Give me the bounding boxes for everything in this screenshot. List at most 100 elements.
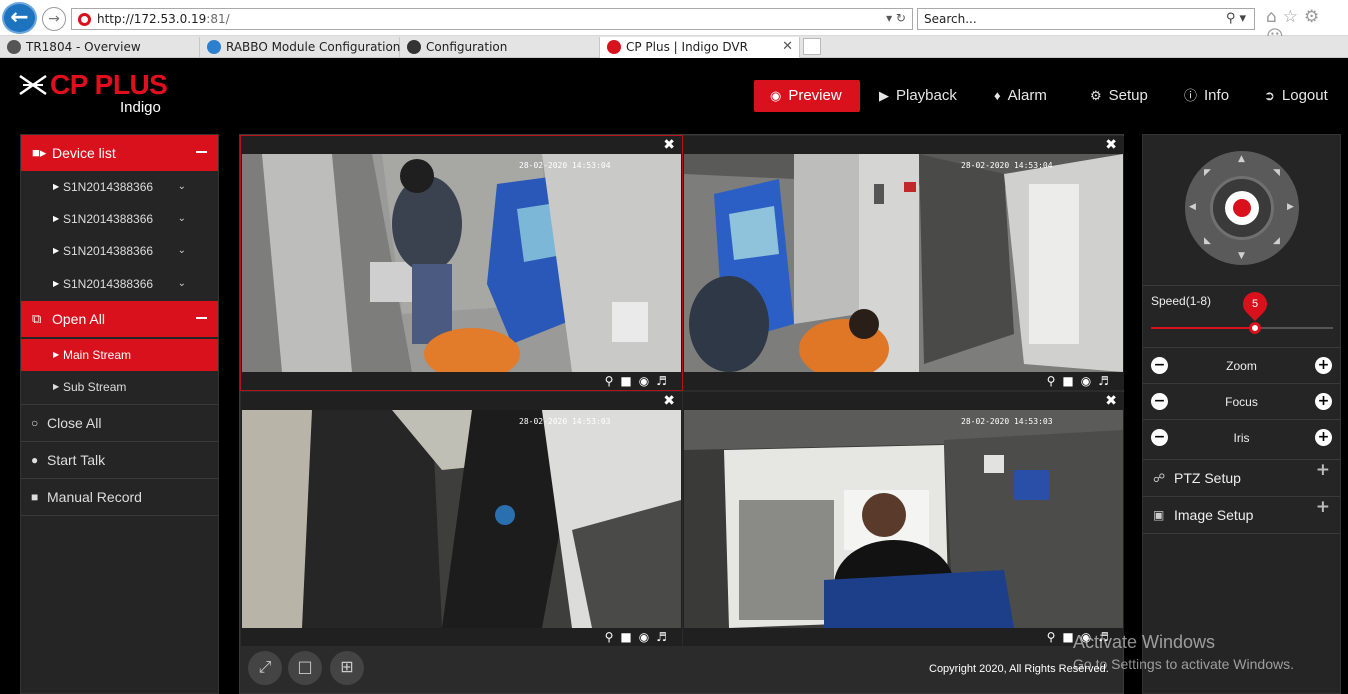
image-setup-item[interactable]: ▣ Image Setup + <box>1143 496 1340 533</box>
zoom-in-icon[interactable]: ⚲ <box>605 374 621 388</box>
divider <box>1143 533 1340 534</box>
zoom-in-icon[interactable]: ⚲ <box>1047 630 1063 644</box>
main-stream-item[interactable]: ▶ Main Stream <box>21 339 218 371</box>
browser-tab[interactable]: Configuration <box>400 37 600 58</box>
back-button[interactable]: ← <box>2 2 37 34</box>
item-label: Manual Record <box>47 489 142 505</box>
nav-logout[interactable]: ➲ Logout <box>1264 80 1328 112</box>
url-field[interactable]: http://172.53.0.19:81/ ▾ ↻ <box>71 8 913 30</box>
ptz-upleft-icon[interactable]: ◤ <box>1204 168 1211 178</box>
ptz-up-icon[interactable]: ▲ <box>1238 154 1245 164</box>
browser-tab[interactable]: TR1804 - Overview <box>0 37 200 58</box>
chevron-down-icon[interactable]: ⌄ <box>178 203 186 235</box>
device-item[interactable]: ▶ S1N2014388366 ⌄ <box>21 203 218 235</box>
collapse-icon[interactable] <box>196 151 207 153</box>
video-cell-4[interactable]: ✖ 28-02-2020 14:53:03 ⚲■◉♬ <box>683 392 1124 646</box>
manual-record-button[interactable]: ■ Manual Record <box>21 478 218 515</box>
browser-search-field[interactable]: ⚲ ▾ <box>917 8 1255 30</box>
home-icon[interactable]: ⌂ <box>1266 7 1283 27</box>
nav-info[interactable]: ⓘ Info <box>1184 80 1229 112</box>
ptz-direction-pad[interactable]: ▲ ▼ ◀ ▶ ◤ ◥ ◣ ◢ <box>1185 151 1299 265</box>
settings-gear-icon[interactable]: ⚙ <box>1304 7 1325 27</box>
eye-icon: ◉ <box>770 88 782 103</box>
video-cell-3[interactable]: ✖ 28-02-2020 14:53:03 ⚲■◉♬ <box>241 392 682 646</box>
sub-stream-item[interactable]: ▶ Sub Stream <box>21 371 218 403</box>
device-item[interactable]: ▶ S1N2014388366 ⌄ <box>21 235 218 267</box>
zoom-in-icon[interactable]: ⚲ <box>605 630 621 644</box>
camera-feed-1[interactable] <box>242 154 681 372</box>
fullscreen-button[interactable]: ⤢ <box>248 651 282 685</box>
caret-right-icon: ▶ <box>53 182 60 191</box>
snapshot-camera-icon[interactable]: ◉ <box>639 630 656 644</box>
snapshot-camera-icon[interactable]: ◉ <box>1081 374 1098 388</box>
iris-control: − Iris + <box>1143 419 1340 455</box>
nav-playback[interactable]: ▶ Playback <box>879 80 957 112</box>
iris-open-button[interactable]: + <box>1315 429 1332 446</box>
record-video-icon[interactable]: ■ <box>620 374 638 388</box>
audio-speaker-icon[interactable]: ♬ <box>1098 374 1116 388</box>
chevron-down-icon[interactable]: ⌄ <box>178 268 186 300</box>
speed-slider-thumb[interactable] <box>1248 322 1261 334</box>
info-icon: ⓘ <box>1184 88 1198 103</box>
close-icon[interactable]: ✖ <box>1105 137 1117 153</box>
audio-speaker-icon[interactable]: ♬ <box>656 374 674 388</box>
nav-label: Setup <box>1108 87 1148 104</box>
open-all-header[interactable]: ⧉ Open All <box>21 301 218 337</box>
snapshot-camera-icon[interactable]: ◉ <box>639 374 656 388</box>
nav-preview[interactable]: ◉ Preview <box>754 80 860 112</box>
quad-view-button[interactable]: ⊞ <box>330 651 364 685</box>
camera-feed-2[interactable] <box>684 154 1123 372</box>
camera-feed-4[interactable] <box>684 410 1123 628</box>
collapse-icon[interactable] <box>196 317 207 319</box>
nav-alarm[interactable]: ♦ Alarm <box>994 80 1047 112</box>
chevron-down-icon[interactable]: ⌄ <box>178 171 186 203</box>
browser-tab[interactable]: RABBO Module Configuration <box>200 37 400 58</box>
speed-slider[interactable]: 5 <box>1151 287 1333 334</box>
camera-feed-3[interactable] <box>242 410 681 628</box>
audio-speaker-icon[interactable]: ♬ <box>656 630 674 644</box>
close-icon[interactable]: ✖ <box>663 137 675 153</box>
cpplus-logo-icon <box>19 74 47 96</box>
refresh-icon[interactable]: ▾ ↻ <box>886 11 906 25</box>
ptz-left-icon[interactable]: ◀ <box>1189 202 1196 212</box>
start-talk-button[interactable]: ● Start Talk <box>21 441 218 478</box>
video-cell-2[interactable]: ✖ 28-02-2020 14:53:04 ⚲■◉♬ <box>683 136 1124 390</box>
close-icon[interactable]: ✖ <box>663 393 675 409</box>
video-cell-1[interactable]: ✖ 28-02-2020 14:53:04 ⚲■◉♬ <box>240 135 683 391</box>
video-camera-icon: ■▸ <box>32 145 47 160</box>
ptz-upright-icon[interactable]: ◥ <box>1273 168 1280 178</box>
expand-plus-icon[interactable]: + <box>1316 497 1330 517</box>
ptz-downleft-icon[interactable]: ◣ <box>1204 236 1211 246</box>
search-icon[interactable]: ⚲ ▾ <box>1226 11 1246 26</box>
url-text[interactable]: http://172.53.0.19:81/ <box>97 12 230 26</box>
close-all-button[interactable]: ○ Close All <box>21 404 218 441</box>
single-view-button[interactable]: □ <box>288 651 322 685</box>
record-video-icon[interactable]: ■ <box>1062 374 1080 388</box>
zoom-in-icon[interactable]: ⚲ <box>1047 374 1063 388</box>
ptz-downright-icon[interactable]: ◢ <box>1273 236 1280 246</box>
new-tab-button[interactable] <box>803 38 821 55</box>
browser-tab-active[interactable]: CP Plus | Indigo DVR ✕ <box>600 37 800 59</box>
focus-in-button[interactable]: + <box>1315 393 1332 410</box>
ptz-home-button[interactable] <box>1225 191 1259 225</box>
device-list-header[interactable]: ■▸ Device list <box>21 135 218 171</box>
forward-button[interactable]: → <box>42 7 66 31</box>
close-icon[interactable]: ✖ <box>1105 393 1117 409</box>
record-video-icon[interactable]: ■ <box>620 630 638 644</box>
chevron-down-icon[interactable]: ⌄ <box>178 235 186 267</box>
device-item[interactable]: ▶ S1N2014388366 ⌄ <box>21 171 218 203</box>
browser-search-input[interactable] <box>924 12 1204 26</box>
tab-close-icon[interactable]: ✕ <box>782 37 793 57</box>
device-item[interactable]: ▶ S1N2014388366 ⌄ <box>21 268 218 300</box>
ptz-down-icon[interactable]: ▼ <box>1238 251 1245 261</box>
ptz-right-icon[interactable]: ▶ <box>1287 202 1294 212</box>
video-grid: ✖ 28-02-2020 14:53:04 ⚲■◉♬ ✖ 28-02-2020 … <box>239 134 1124 694</box>
nav-setup[interactable]: ⚙ Setup <box>1090 80 1148 112</box>
ptz-setup-item[interactable]: ☍ PTZ Setup + <box>1143 459 1340 496</box>
expand-icon: ⤢ <box>258 657 272 676</box>
expand-plus-icon[interactable]: + <box>1316 460 1330 480</box>
device-label: S1N2014388366 <box>63 212 154 226</box>
zoom-in-button[interactable]: + <box>1315 357 1332 374</box>
favorites-star-icon[interactable]: ☆ <box>1283 7 1304 27</box>
browser-address-bar: ← → http://172.53.0.19:81/ ▾ ↻ ⚲ ▾ ⌂☆⚙☺ <box>0 0 1348 47</box>
